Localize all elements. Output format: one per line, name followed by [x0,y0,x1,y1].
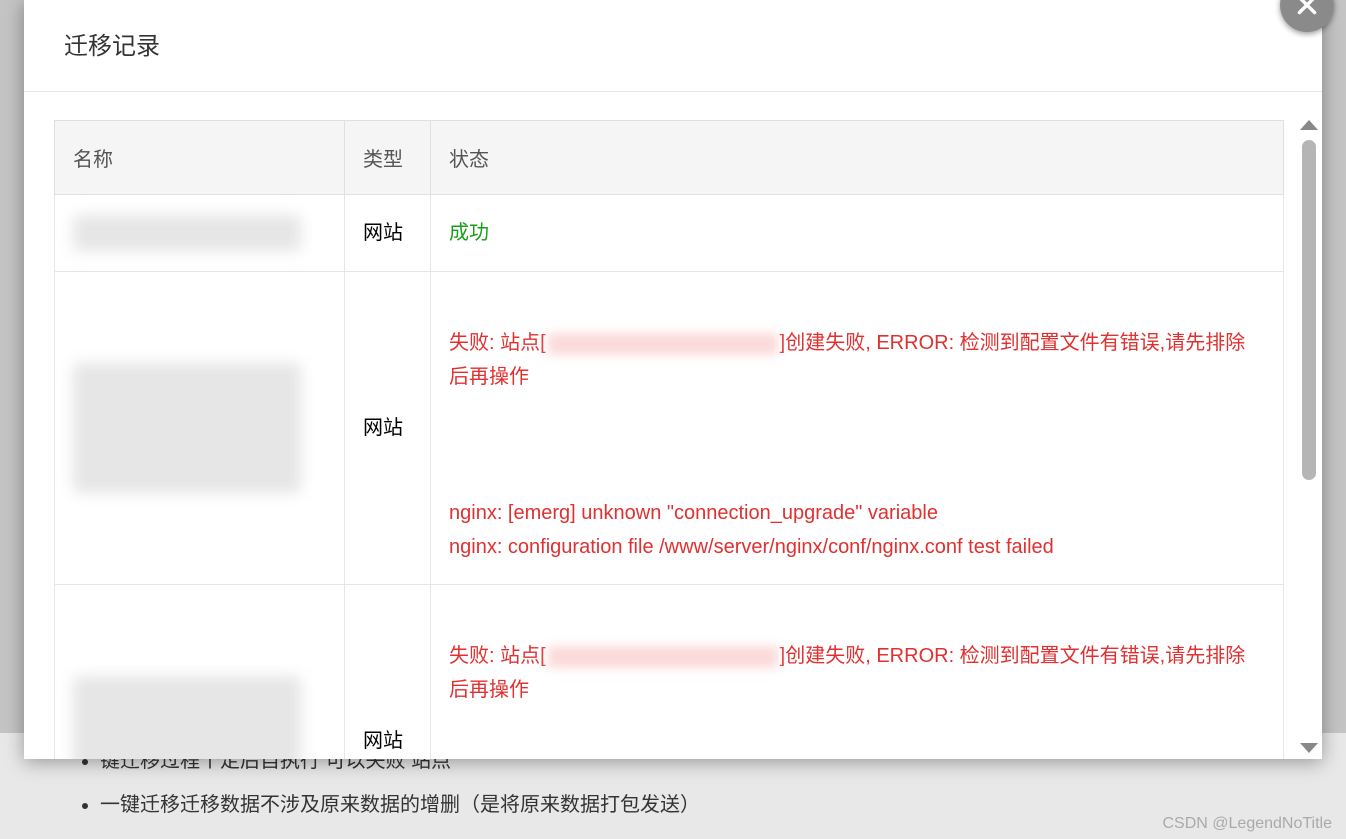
cell-status: 失败: 站点[]创建失败, ERROR: 检测到配置文件有错误,请先排除后再操作… [431,272,1284,585]
backdrop-note-item: 一键迁移迁移数据不涉及原来数据的增删（是将原来数据打包发送） [100,789,1316,821]
status-success-text: 成功 [449,222,489,244]
modal-header: 迁移记录 [24,0,1322,92]
cell-type: 网站 [345,272,431,585]
redacted-site-inline [548,646,778,668]
scroll-thumb[interactable] [1302,140,1316,480]
column-header-type: 类型 [345,121,431,195]
status-fail-block: 失败: 站点[]创建失败, ERROR: 检测到配置文件有错误,请先排除后再操作… [449,605,1265,759]
close-icon [1294,0,1320,18]
scroll-area: 名称 类型 状态 网站 成功 [54,120,1300,759]
migration-records-table: 名称 类型 状态 网站 成功 [54,120,1284,759]
table-row: 网站 失败: 站点[]创建失败, ERROR: 检测到配置文件有错误,请先排除后… [55,585,1284,760]
redacted-site-inline [548,333,778,355]
table-row: 网站 失败: 站点[]创建失败, ERROR: 检测到配置文件有错误,请先排除后… [55,272,1284,585]
watermark: CSDN @LegendNoTitle [1163,815,1333,833]
column-header-name: 名称 [55,121,345,195]
cell-status: 失败: 站点[]创建失败, ERROR: 检测到配置文件有错误,请先排除后再操作… [431,585,1284,760]
redacted-name [73,676,301,759]
redacted-name [73,363,301,493]
cell-type: 网站 [345,195,431,272]
scroll-up-icon[interactable] [1300,120,1318,130]
modal-title: 迁移记录 [64,26,1282,61]
cell-status: 成功 [431,195,1284,272]
table-row: 网站 成功 [55,195,1284,272]
status-fail-block: 失败: 站点[]创建失败, ERROR: 检测到配置文件有错误,请先排除后再操作… [449,292,1265,564]
redacted-name [73,215,301,251]
migration-records-modal: 迁移记录 名称 类型 状态 网站 成功 [24,0,1322,759]
cell-type: 网站 [345,585,431,760]
cell-name [55,195,345,272]
cell-name [55,272,345,585]
cell-name [55,585,345,760]
modal-body: 名称 类型 状态 网站 成功 [24,92,1322,759]
vertical-scrollbar[interactable] [1300,120,1318,753]
column-header-status: 状态 [431,121,1284,195]
scroll-down-icon[interactable] [1300,743,1318,753]
